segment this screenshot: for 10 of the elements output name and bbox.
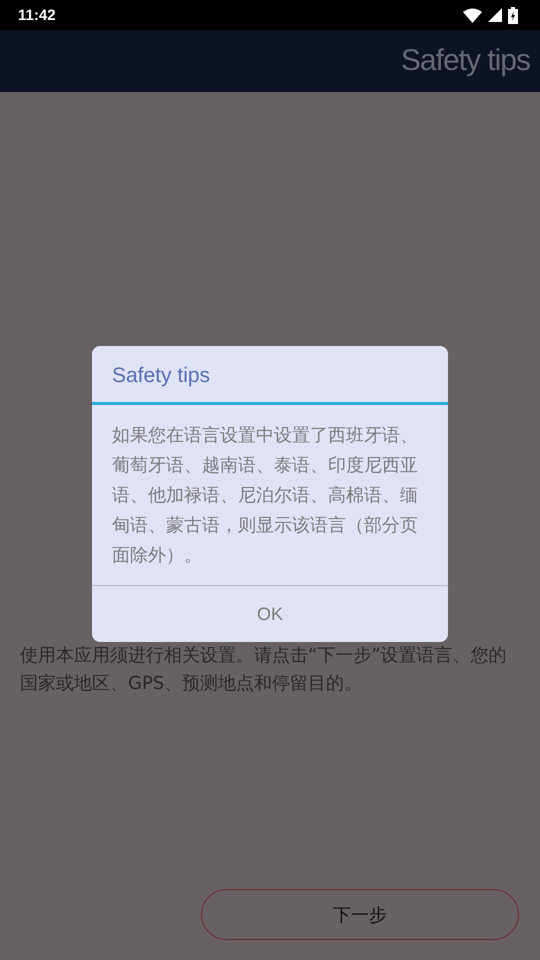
signal-icon: [488, 8, 502, 22]
dialog-title: Safety tips: [111, 363, 212, 389]
battery-icon: [508, 6, 518, 24]
ok-button[interactable]: OK: [92, 586, 448, 642]
dialog-message: 如果您在语言设置中设置了西班牙语、葡萄牙语、越南语、泰语、印度尼西亚语、他加禄语、尼泊尔语、高棉语、缅甸语、蒙古语，则显示该语言（部分页面除外）。: [111, 424, 419, 568]
wifi-icon: [463, 8, 482, 22]
next-button[interactable]: 下一步: [201, 889, 519, 940]
intro-text: 使用本应用须进行相关设置。请点击“下一步”设置语言、您的国家或地区、GPS、预测地点和停留目的。: [20, 644, 508, 696]
header-title: Safety tips: [400, 44, 530, 78]
status-time: 11:42: [18, 6, 56, 24]
